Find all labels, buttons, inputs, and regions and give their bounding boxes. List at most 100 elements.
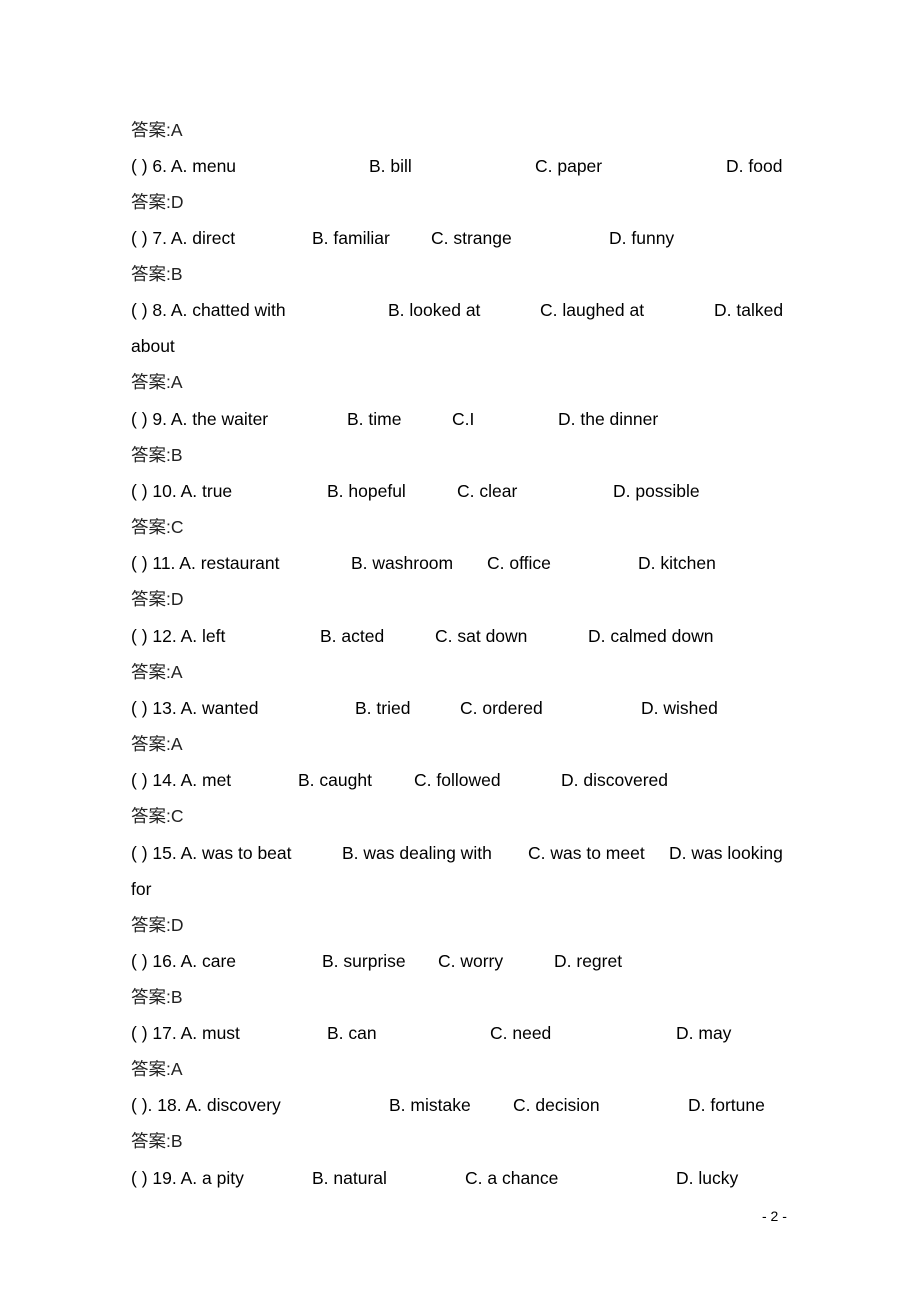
page-number: - 2 - (762, 1208, 787, 1224)
option-d: D. calmed down (588, 626, 714, 646)
option-c: C. decision (513, 1095, 600, 1115)
option-c: C. sat down (435, 626, 528, 646)
answer-value: C (170, 806, 184, 826)
question-prefix: ( ) 12. A. left (131, 626, 226, 646)
question-prefix: ( ) 14. A. met (131, 770, 232, 790)
option-d: D. possible (613, 481, 700, 501)
answer-label: 答案: (131, 1131, 171, 1151)
question-row: ( ) 10. A. true B. hopeful C. clear D. poss… (131, 480, 700, 502)
answer-line: 答案:B (131, 444, 183, 466)
option-b: B. was dealing with (342, 843, 492, 863)
option-b: B. bill (369, 156, 412, 176)
question-prefix: ( ) 13. A. wanted (131, 698, 259, 718)
option-d: D. lucky (676, 1168, 739, 1188)
question-row: ( ) 11. A. restaurant B. washroom C. offic… (131, 552, 716, 574)
option-d: D. wished (641, 698, 718, 718)
option-c: C. strange (431, 228, 512, 248)
option-d: D. food (726, 156, 783, 176)
answer-value: A (170, 1059, 183, 1079)
answer-line: 答案:B (131, 986, 183, 1008)
question-prefix: ( ) 19. A. a pity (131, 1168, 244, 1188)
answer-line: 答案:B (131, 1130, 183, 1152)
answer-label: 答案: (131, 734, 171, 754)
answer-label: 答案: (131, 1059, 171, 1079)
answer-value: A (170, 662, 183, 682)
option-c: C. office (487, 553, 551, 573)
answer-line: 答案:A (131, 661, 183, 683)
question-prefix: ( ) 7. A. direct (131, 228, 236, 248)
option-d: D. discovered (561, 770, 668, 790)
question-prefix: ( ) 15. A. was to beat (131, 843, 292, 863)
answer-label: 答案: (131, 120, 171, 140)
answer-label: 答案: (131, 662, 171, 682)
question-prefix: ( ) 9. A. the waiter (131, 409, 269, 429)
option-wrap: about (131, 336, 175, 356)
option-c: C. need (490, 1023, 552, 1043)
option-b: B. surprise (322, 951, 406, 971)
question-row: ( ). 18. A. discovery B. mistake C. decisi… (131, 1094, 765, 1116)
answer-line: 答案:B (131, 263, 183, 285)
option-c: C. laughed at (540, 300, 645, 320)
answer-value: D (170, 915, 184, 935)
answer-label: 答案: (131, 192, 171, 212)
answer-line: 答案:C (131, 516, 184, 538)
question-prefix: ( ) 8. A. chatted with (131, 300, 286, 320)
question-prefix: ( ) 11. A. restaurant (131, 553, 280, 573)
option-d: D. talked (714, 300, 784, 320)
question-prefix: ( ) 16. A. care (131, 951, 237, 971)
answer-label: 答案: (131, 589, 171, 609)
answer-line: 答案:A (131, 1058, 183, 1080)
answer-value: A (170, 120, 183, 140)
answer-value: A (170, 372, 183, 392)
option-c: C. ordered (460, 698, 543, 718)
answer-value: C (170, 517, 184, 537)
question-prefix: ( ) 10. A. true (131, 481, 233, 501)
answer-line: 答案:D (131, 588, 184, 610)
question-row: ( ) 8. A. chatted with B. looked at C. lau… (131, 299, 783, 321)
option-b: B. acted (320, 626, 385, 646)
answer-label: 答案: (131, 517, 171, 537)
answer-label: 答案: (131, 372, 171, 392)
question-row: ( ) 9. A. the waiter B. time C.I D. the din… (131, 408, 658, 430)
answer-line: 答案:A (131, 733, 183, 755)
question-row: ( ) 14. A. met B. caught C. followed D. dis… (131, 769, 668, 791)
option-d: D. funny (609, 228, 675, 248)
option-d: D. may (676, 1023, 732, 1043)
option-b: B. natural (312, 1168, 387, 1188)
answer-value: D (170, 192, 184, 212)
option-d: D. kitchen (638, 553, 716, 573)
question-row: ( ) 12. A. left B. acted C. sat down D. cal… (131, 625, 713, 647)
answer-line: 答案:C (131, 805, 184, 827)
answer-line: 答案:A (131, 119, 183, 141)
option-b: B. familiar (312, 228, 390, 248)
answer-value: A (170, 734, 183, 754)
question-row: ( ) 7. A. direct B. familiar C. strange D. … (131, 227, 674, 249)
question-row: ( ) 17. A. must B. can C. need D. may (131, 1022, 731, 1044)
question-row: ( ) 13. A. wanted B. tried C. ordered D. wi… (131, 697, 718, 719)
option-c: C. was to meet (528, 843, 645, 863)
option-b: B. time (347, 409, 402, 429)
answer-line: 答案:D (131, 191, 184, 213)
answer-value: D (170, 589, 184, 609)
option-d: D. the dinner (558, 409, 659, 429)
answer-line: 答案:D (131, 914, 184, 936)
answer-value: B (170, 445, 183, 465)
question-row: ( ) 15. A. was to beat B. was dealing wit… (131, 842, 783, 864)
option-c: C. clear (457, 481, 518, 501)
answer-value: B (170, 1131, 183, 1151)
option-b: B. hopeful (327, 481, 406, 501)
option-b: B. looked at (388, 300, 481, 320)
answer-label: 答案: (131, 915, 171, 935)
question-row: ( ) 19. A. a pity B. natural C. a chance D.… (131, 1167, 738, 1189)
option-b: B. caught (298, 770, 372, 790)
question-row: ( ) 16. A. care B. surprise C. worry D. reg… (131, 950, 622, 972)
option-d: D. was looking (669, 843, 783, 863)
option-wrap: for (131, 879, 152, 899)
answer-label: 答案: (131, 264, 171, 284)
answer-label: 答案: (131, 987, 171, 1007)
answer-label: 答案: (131, 445, 171, 465)
option-b: B. mistake (389, 1095, 471, 1115)
option-d: D. regret (554, 951, 623, 971)
question-row: ( ) 6. A. menu B. bill C. paper D. food (131, 155, 782, 177)
option-c: C. paper (535, 156, 603, 176)
